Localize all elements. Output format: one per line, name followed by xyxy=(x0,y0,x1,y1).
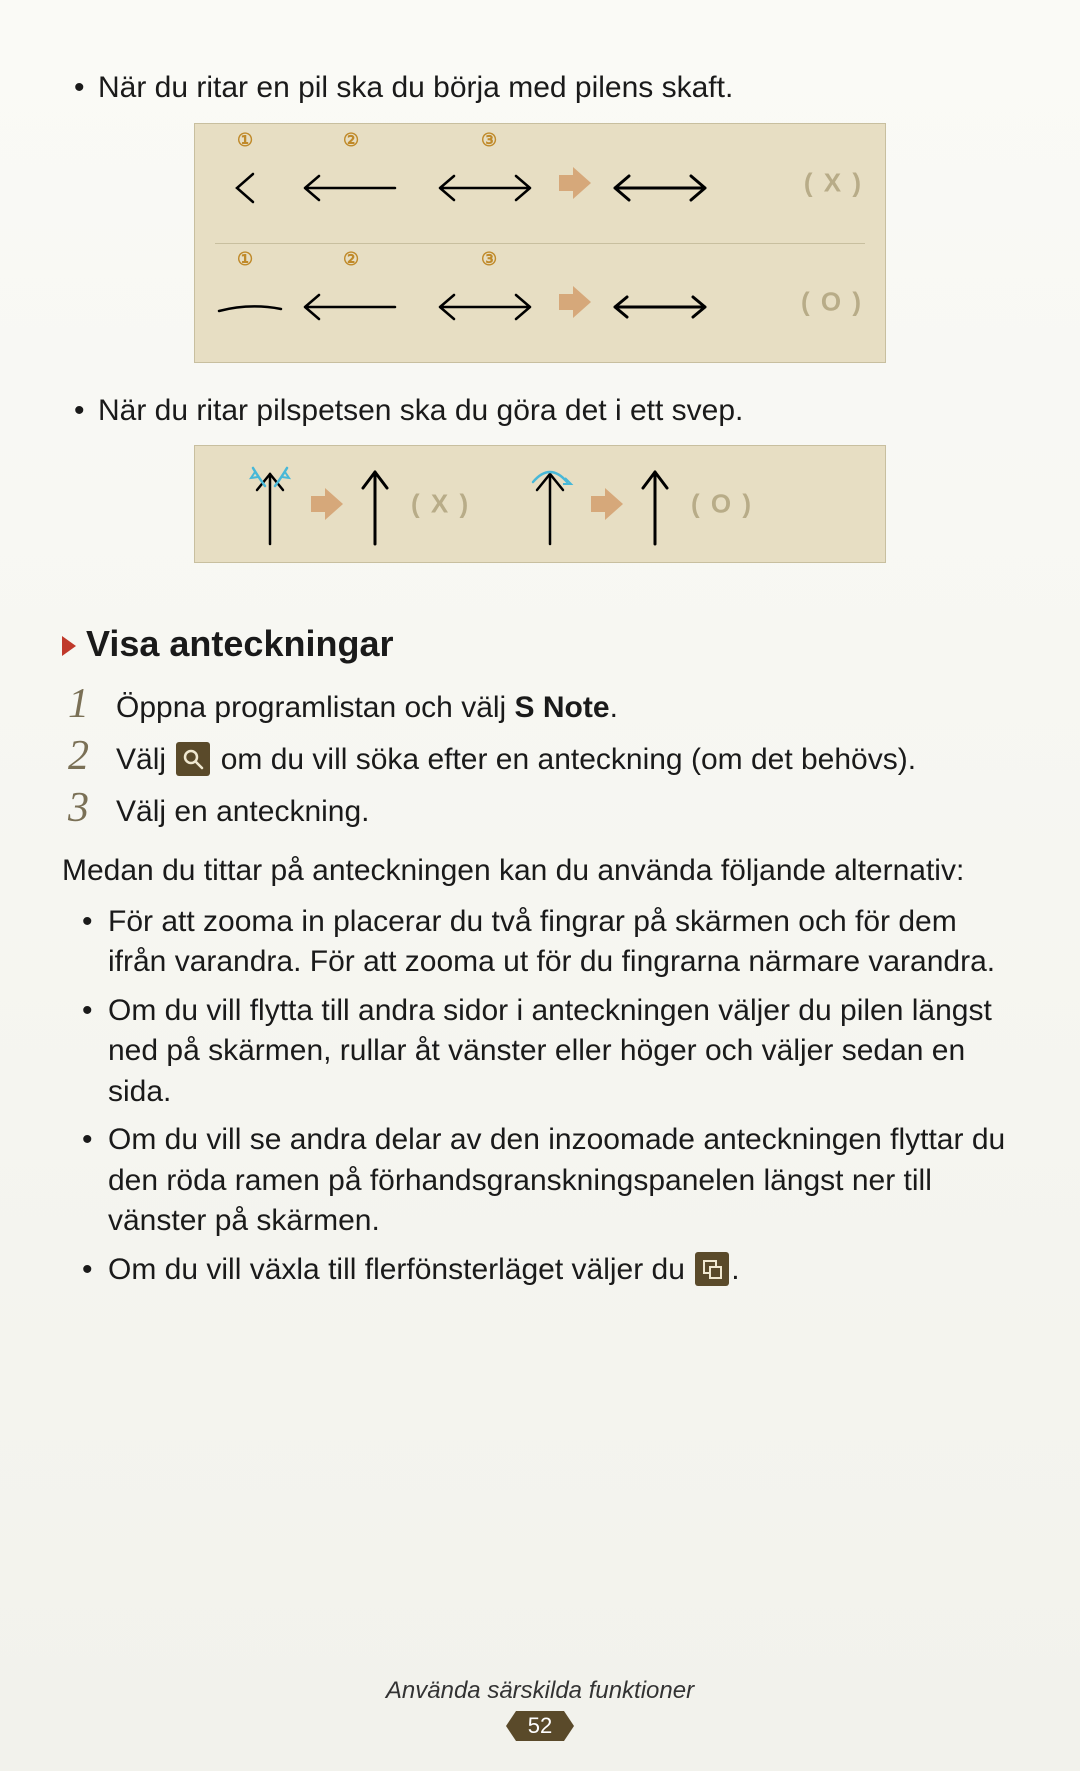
result-arrow-up xyxy=(355,464,395,550)
step-1-text-a: Öppna programlistan och välj xyxy=(116,691,515,724)
result-arrow-icon xyxy=(587,484,627,524)
stroke-arrow-left xyxy=(295,168,405,208)
step-3-text: Välj en anteckning. xyxy=(116,791,370,833)
stroke-arrow-left xyxy=(295,287,405,327)
step-1: 1 Öppna programlistan och välj S Note. xyxy=(62,683,1018,729)
option-zoom: För att zooma in placerar du två fingrar… xyxy=(62,902,1018,983)
step-number-2: ② xyxy=(343,130,359,151)
section-heading: Visa anteckningar xyxy=(62,623,1018,665)
step-2-number: 2 xyxy=(68,735,116,777)
result-arrow-icon xyxy=(555,282,595,322)
result-arrow-double xyxy=(605,287,715,327)
result-arrow-double xyxy=(605,168,715,208)
chevron-right-icon xyxy=(62,636,76,656)
footer-section-name: Använda särskilda funktioner xyxy=(0,1677,1080,1705)
option-multiwindow-b: . xyxy=(731,1253,739,1286)
page-number: 52 xyxy=(516,1711,564,1741)
stroke-up-multi xyxy=(245,464,295,550)
result-right-label: ( O ) xyxy=(691,489,753,520)
bullet-arrowhead-sweep: När du ritar pilspetsen ska du göra det … xyxy=(62,391,1018,432)
step-number-2: ② xyxy=(343,249,359,270)
step-1-number: 1 xyxy=(68,683,116,725)
stroke-up-single xyxy=(525,464,575,550)
step-2: 2 Välj om du vill söka efter en anteckni… xyxy=(62,735,1018,781)
result-wrong-label: ( X ) xyxy=(411,489,470,520)
step-number-3: ③ xyxy=(481,130,497,151)
step-2-text-b: om du vill söka efter en anteckning (om … xyxy=(212,743,916,776)
step-1-text-c: . xyxy=(610,691,618,724)
section-title-text: Visa anteckningar xyxy=(86,623,393,665)
diagram-arrow-shaft: ① ② ③ ( X ) ① ② ③ xyxy=(194,123,886,363)
result-wrong-label: ( X ) xyxy=(804,168,863,199)
stroke-line xyxy=(215,297,285,317)
step-3-number: 3 xyxy=(68,787,116,829)
stroke-chevron xyxy=(225,168,265,208)
diagram-arrowhead: ( X ) ( O ) xyxy=(194,445,886,563)
option-multiwindow-a: Om du vill växla till flerfönsterläget v… xyxy=(108,1253,693,1286)
step-2-text-a: Välj xyxy=(116,743,174,776)
options-intro: Medan du tittar på anteckningen kan du a… xyxy=(62,851,1018,892)
step-number-1: ① xyxy=(237,249,253,270)
step-number-1: ① xyxy=(237,130,253,151)
result-arrow-up xyxy=(635,464,675,550)
multiwindow-icon xyxy=(695,1252,729,1286)
step-1-app-name: S Note xyxy=(515,691,610,724)
stroke-arrow-double xyxy=(430,287,540,327)
option-navigate-pages: Om du vill flytta till andra sidor i ant… xyxy=(62,991,1018,1113)
result-arrow-icon xyxy=(555,163,595,203)
stroke-arrow-double xyxy=(430,168,540,208)
option-multiwindow: Om du vill växla till flerfönsterläget v… xyxy=(62,1250,1018,1291)
option-pan-preview: Om du vill se andra delar av den inzooma… xyxy=(62,1120,1018,1242)
search-icon xyxy=(176,742,210,776)
step-3: 3 Välj en anteckning. xyxy=(62,787,1018,833)
page-footer: Använda särskilda funktioner 52 xyxy=(0,1677,1080,1741)
result-right-label: ( O ) xyxy=(801,287,863,318)
result-arrow-icon xyxy=(307,484,347,524)
step-number-3: ③ xyxy=(481,249,497,270)
bullet-arrow-shaft: När du ritar en pil ska du börja med pil… xyxy=(62,68,1018,109)
